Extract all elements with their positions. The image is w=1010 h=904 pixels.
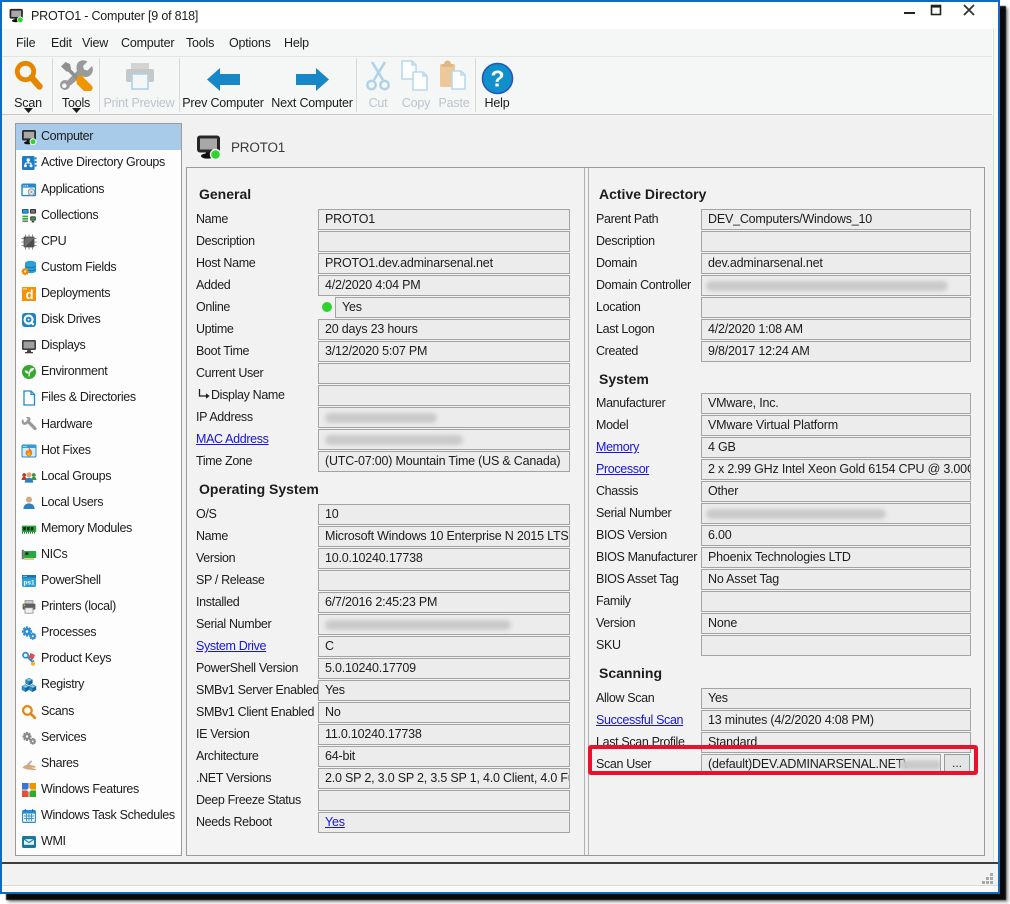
svg-text:?: ? [490, 66, 504, 92]
svg-text:d: d [26, 287, 34, 302]
svg-text:ps1: ps1 [23, 580, 34, 587]
